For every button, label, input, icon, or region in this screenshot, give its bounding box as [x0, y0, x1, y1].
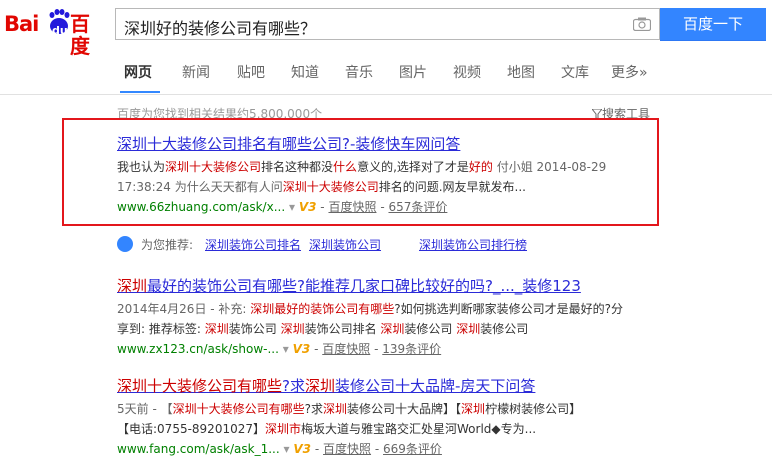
title-text: ?能推荐几家口碑比较好的吗?_..._装修123 — [297, 277, 581, 295]
result-item: 深圳十大装修公司排名有哪些公司?-装修快车网问答 我也认为深圳十大装修公司排名这… — [117, 134, 652, 217]
tab-video[interactable]: 视频 — [453, 62, 481, 82]
recommend-link[interactable]: 深圳装饰公司排名 — [205, 236, 301, 253]
snapshot-link[interactable]: 百度快照 — [323, 442, 371, 456]
result-item: 深圳最好的装饰公司有哪些?能推荐几家口碑比较好的吗?_..._装修123 201… — [117, 276, 652, 359]
title-text: 最好的装饰公司有哪些 — [147, 277, 298, 295]
tab-music[interactable]: 音乐 — [345, 62, 373, 82]
active-tab-underline — [120, 91, 160, 93]
abs-text: 装修公司十大品牌】 — [347, 402, 456, 416]
abs-text: 17:38:24 为什么天天都有人问 — [117, 180, 283, 194]
abs-text: 排名的问题.网友早就发布... — [378, 180, 526, 194]
search-query: 深圳好的装修公司有哪些？ — [124, 19, 317, 38]
abs-text: ?求 — [304, 402, 323, 416]
abs-em: 深圳十大装修公司有哪些 — [172, 402, 305, 416]
search-button[interactable]: 百度一下 — [660, 8, 766, 41]
baidu-logo[interactable]: Bai du 百度 — [4, 7, 108, 57]
recommend-label: 为您推荐: — [141, 238, 194, 252]
abs-text: 装饰公司 — [228, 322, 281, 336]
v3-badge-icon[interactable]: V3 — [293, 342, 311, 356]
abs-date: 付小姐 2014-08-29 — [492, 160, 607, 174]
abs-em: 深圳市 — [265, 422, 302, 436]
abs-text: 装修公司 — [480, 322, 529, 336]
result-url-row: www.zx123.cn/ask/show-... ▾ V3 - 百度快照 - … — [117, 339, 652, 359]
abs-em: 深圳十大装修公司 — [165, 160, 262, 174]
separator: - — [374, 442, 380, 456]
tab-map[interactable]: 地图 — [507, 62, 535, 82]
abs-text: 意义的,选择对了才是 — [357, 160, 469, 174]
abs-em: 深圳 — [456, 322, 481, 336]
chevron-down-icon[interactable]: ▾ — [283, 342, 289, 356]
nav-tabs: 网页 新闻 贴吧 知道 音乐 图片 视频 地图 文库 更多» — [0, 56, 772, 95]
result-abstract: 我也认为深圳十大装修公司排名这种都没什么意义的,选择对了才是好的 付小姐 201… — [117, 157, 652, 197]
result-item: 深圳十大装修公司有哪些?求深圳装修公司十大品牌-房天下问答 5天前 - 【深圳十… — [117, 376, 652, 459]
logo-baidu-cn: 百度 — [70, 12, 90, 58]
abs-em: 深圳 — [323, 402, 348, 416]
recommend-link[interactable]: 深圳装饰公司排行榜 — [419, 236, 527, 253]
chevron-down-icon[interactable]: ▾ — [289, 200, 295, 214]
abs-em: 深圳 — [280, 322, 305, 336]
separator: - — [314, 442, 320, 456]
abs-em: 深圳 — [461, 402, 486, 416]
result-url[interactable]: www.zx123.cn/ask/show-... — [117, 342, 279, 356]
title-em: 深圳十大装修公司有哪些 — [117, 377, 283, 395]
result-url-row: www.66zhuang.com/ask/x... ▾ V3 - 百度快照 - … — [117, 197, 652, 217]
abs-date: 5天前 - 【 — [117, 402, 173, 416]
v3-badge-icon[interactable]: V3 — [293, 442, 311, 456]
title-em: 深圳 — [117, 277, 148, 295]
camera-icon[interactable] — [633, 17, 651, 31]
result-title[interactable]: 深圳最好的装饰公司有哪些?能推荐几家口碑比较好的吗?_..._装修123 — [117, 276, 652, 296]
snapshot-link[interactable]: 百度快照 — [328, 200, 376, 214]
result-abstract: 5天前 - 【深圳十大装修公司有哪些?求深圳装修公司十大品牌】【深圳柠檬树装修公… — [117, 399, 652, 439]
reviews-link[interactable]: 669条评价 — [383, 442, 442, 456]
separator: - — [314, 342, 319, 356]
reviews-link[interactable]: 657条评价 — [388, 200, 447, 214]
abs-text: 梅坂大道与雅宝路交汇处星河World◆专为... — [301, 422, 537, 436]
separator: - — [380, 200, 385, 214]
result-title[interactable]: 深圳十大装修公司排名有哪些公司?-装修快车网问答 — [117, 134, 652, 154]
abs-text: 【电话:0755-89201027】 — [117, 422, 265, 436]
result-title[interactable]: 深圳十大装修公司有哪些?求深圳装修公司十大品牌-房天下问答 — [117, 376, 652, 396]
reviews-link[interactable]: 139条评价 — [382, 342, 441, 356]
abs-text: 享到: 推荐标签: — [117, 322, 205, 336]
result-url[interactable]: www.66zhuang.com/ask/x... — [117, 200, 285, 214]
abs-text: ?如何挑选判断哪家装修公司才是最好的?分 — [394, 302, 624, 316]
logo-du: du — [52, 24, 68, 37]
abs-text: 装饰公司排名 — [304, 322, 381, 336]
separator: - — [320, 200, 325, 214]
result-url[interactable]: www.fang.com/ask/ask_1... — [117, 442, 280, 456]
v3-badge-icon[interactable]: V3 — [299, 200, 317, 214]
chevron-down-icon[interactable]: ▾ — [284, 442, 290, 456]
abs-text: 我也认为 — [117, 160, 166, 174]
abs-em: 什么 — [333, 160, 358, 174]
result-url-row: www.fang.com/ask/ask_1... ▾ V3 - 百度快照 - … — [117, 439, 652, 459]
logo-bai: Bai — [4, 12, 39, 36]
tab-web[interactable]: 网页 — [124, 62, 152, 82]
tab-more[interactable]: 更多» — [611, 62, 648, 82]
abs-em: 深圳最好的装饰公司有哪些 — [250, 302, 395, 316]
abs-em: 深圳 — [204, 322, 229, 336]
abs-em: 好的 — [468, 160, 493, 174]
abs-date: 2014年4月26日 - 补充: — [117, 302, 251, 316]
tab-news[interactable]: 新闻 — [182, 62, 210, 82]
tab-zhidao[interactable]: 知道 — [291, 62, 319, 82]
tab-tieba[interactable]: 贴吧 — [237, 62, 265, 82]
recommend-link[interactable]: 深圳装饰公司 — [309, 236, 381, 253]
abs-text: 柠檬树装修公司】 — [485, 402, 582, 416]
title-em: 深圳 — [304, 377, 335, 395]
separator: - — [374, 342, 379, 356]
abs-text: 排名这种都没 — [261, 160, 334, 174]
title-text: 装修公司十大品牌-房天下问答 — [335, 377, 536, 395]
tab-wenku[interactable]: 文库 — [561, 62, 589, 82]
search-input[interactable]: 深圳好的装修公司有哪些？ — [115, 8, 660, 40]
abs-text: 装修公司 — [404, 322, 457, 336]
snapshot-link[interactable]: 百度快照 — [322, 342, 370, 356]
abs-em: 深圳十大装修公司 — [282, 180, 379, 194]
abs-em: 深圳 — [380, 322, 405, 336]
paw-icon — [117, 236, 133, 252]
tab-images[interactable]: 图片 — [399, 62, 427, 82]
result-abstract: 2014年4月26日 - 补充: 深圳最好的装饰公司有哪些?如何挑选判断哪家装修… — [117, 299, 652, 339]
title-text: ?求 — [282, 377, 305, 395]
